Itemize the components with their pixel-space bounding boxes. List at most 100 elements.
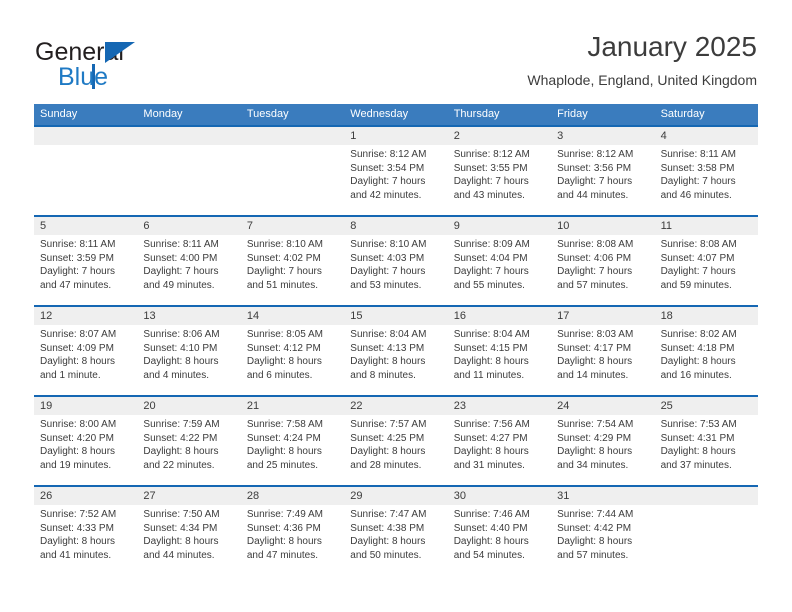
logo-triangle-icon — [105, 42, 135, 63]
sunrise-text: Sunrise: 7:49 AM — [246, 509, 323, 520]
sunrise-text: Sunrise: 8:11 AM — [143, 239, 219, 250]
calendar-page: General Blue January 2025 Whaplode, Engl… — [0, 0, 792, 612]
day-number: 2 — [447, 127, 552, 145]
sunset-text: Sunset: 4:31 PM — [660, 432, 735, 444]
daylight-text-line2: and 49 minutes. — [143, 279, 215, 291]
day-cell[interactable]: 8 Sunrise: 8:10 AM Sunset: 4:03 PM Daylight… — [344, 217, 448, 305]
day-sun-info: Sunrise: 8:04 AM Sunset: 4:13 PM Daylight:… — [344, 325, 447, 382]
calendar-weeks: 1 Sunrise: 8:12 AM Sunset: 3:54 PM Daylight… — [34, 125, 758, 575]
daylight-text-line2: and 47 minutes. — [246, 549, 319, 561]
sunrise-text: Sunrise: 8:11 AM — [660, 149, 736, 160]
day-cell[interactable]: 6 Sunrise: 8:11 AM Sunset: 4:00 PM Daylight… — [137, 217, 241, 305]
day-cell[interactable]: 4 Sunrise: 8:11 AM Sunset: 3:58 PM Daylight… — [654, 127, 758, 215]
daylight-text-line2: and 14 minutes. — [557, 369, 629, 381]
day-cell[interactable]: 24 Sunrise: 7:54 AM Sunset: 4:29 PM Dayligh… — [551, 397, 655, 485]
day-cell[interactable]: 22 Sunrise: 7:57 AM Sunset: 4:25 PM Dayligh… — [344, 397, 448, 485]
daylight-text-line1: Daylight: 7 hours — [660, 266, 736, 277]
daylight-text-line1: Daylight: 8 hours — [350, 356, 426, 367]
day-number: 10 — [551, 217, 655, 235]
day-cell[interactable]: 3 Sunrise: 8:12 AM Sunset: 3:56 PM Daylight… — [551, 127, 655, 215]
sunrise-text: Sunrise: 8:04 AM — [350, 329, 427, 340]
daylight-text-line1: Daylight: 8 hours — [143, 356, 219, 367]
day-cell[interactable]: 17 Sunrise: 8:03 AM Sunset: 4:17 PM Dayligh… — [551, 307, 655, 395]
day-sun-info: Sunrise: 8:00 AM Sunset: 4:20 PM Daylight:… — [34, 415, 137, 472]
sunset-text: Sunset: 4:12 PM — [246, 342, 321, 354]
day-sun-info: Sunrise: 7:46 AM Sunset: 4:40 PM Daylight:… — [448, 505, 551, 562]
sunset-text: Sunset: 3:58 PM — [660, 162, 735, 174]
day-cell[interactable]: 9 Sunrise: 8:09 AM Sunset: 4:04 PM Daylight… — [447, 217, 552, 305]
day-cell[interactable]: 10 Sunrise: 8:08 AM Sunset: 4:06 PM Dayligh… — [551, 217, 655, 305]
daylight-text-line1: Daylight: 8 hours — [246, 356, 322, 367]
sunset-text: Sunset: 4:04 PM — [453, 252, 528, 264]
sunset-text: Sunset: 4:09 PM — [40, 342, 114, 354]
day-cell[interactable]: 19 Sunrise: 8:00 AM Sunset: 4:20 PM Dayligh… — [34, 397, 138, 485]
day-cell[interactable]: 13 Sunrise: 8:06 AM Sunset: 4:10 PM Dayligh… — [137, 307, 241, 395]
day-cell[interactable]: 1 Sunrise: 8:12 AM Sunset: 3:54 PM Daylight… — [344, 127, 448, 215]
day-sun-info: Sunrise: 8:12 AM Sunset: 3:54 PM Daylight:… — [344, 145, 447, 202]
sunrise-text: Sunrise: 7:54 AM — [557, 419, 634, 430]
sunset-text: Sunset: 4:17 PM — [557, 342, 632, 354]
day-cell[interactable]: 28 Sunrise: 7:49 AM Sunset: 4:36 PM Dayligh… — [240, 487, 345, 575]
day-cell[interactable]: 26 Sunrise: 7:52 AM Sunset: 4:33 PM Dayligh… — [34, 487, 138, 575]
day-cell[interactable]: 31 Sunrise: 7:44 AM Sunset: 4:42 PM Dayligh… — [551, 487, 655, 575]
sunset-text: Sunset: 4:33 PM — [40, 522, 114, 534]
day-cell[interactable]: 29 Sunrise: 7:47 AM Sunset: 4:38 PM Dayligh… — [344, 487, 448, 575]
sunset-text: Sunset: 4:18 PM — [660, 342, 735, 354]
day-sun-info: Sunrise: 8:12 AM Sunset: 3:55 PM Daylight:… — [448, 145, 551, 202]
day-sun-info: Sunrise: 8:03 AM Sunset: 4:17 PM Daylight:… — [551, 325, 654, 382]
sunrise-text: Sunrise: 8:03 AM — [557, 329, 634, 340]
weekday-saturday: Saturday — [660, 108, 705, 120]
day-cell[interactable]: 27 Sunrise: 7:50 AM Sunset: 4:34 PM Dayligh… — [137, 487, 241, 575]
day-number: 24 — [551, 397, 655, 415]
daylight-text-line2: and 57 minutes. — [557, 279, 629, 291]
daylight-text-line2: and 54 minutes. — [453, 549, 525, 561]
daylight-text-line2: and 46 minutes. — [660, 189, 732, 201]
general-blue-logo[interactable]: General Blue — [35, 38, 235, 94]
day-sun-info: Sunrise: 7:50 AM Sunset: 4:34 PM Daylight:… — [137, 505, 240, 562]
weekday-thursday: Thursday — [453, 108, 500, 120]
day-cell[interactable]: 14 Sunrise: 8:05 AM Sunset: 4:12 PM Dayligh… — [240, 307, 345, 395]
day-cell[interactable]: 7 Sunrise: 8:10 AM Sunset: 4:02 PM Daylight… — [240, 217, 345, 305]
day-number: 29 — [344, 487, 448, 505]
sunrise-text: Sunrise: 7:47 AM — [350, 509, 427, 520]
day-sun-info: Sunrise: 7:49 AM Sunset: 4:36 PM Daylight:… — [241, 505, 344, 562]
day-number — [137, 127, 241, 145]
day-cell[interactable]: 20 Sunrise: 7:59 AM Sunset: 4:22 PM Dayligh… — [137, 397, 241, 485]
day-sun-info: Sunrise: 8:07 AM Sunset: 4:09 PM Daylight:… — [34, 325, 137, 382]
day-cell[interactable]: 23 Sunrise: 7:56 AM Sunset: 4:27 PM Dayligh… — [447, 397, 552, 485]
day-cell[interactable]: 25 Sunrise: 7:53 AM Sunset: 4:31 PM Dayligh… — [654, 397, 758, 485]
daylight-text-line2: and 31 minutes. — [453, 459, 525, 471]
day-cell[interactable]: 30 Sunrise: 7:46 AM Sunset: 4:40 PM Dayligh… — [447, 487, 552, 575]
sunrise-text: Sunrise: 8:05 AM — [246, 329, 323, 340]
sunset-text: Sunset: 4:13 PM — [350, 342, 425, 354]
day-number: 23 — [447, 397, 552, 415]
daylight-text-line2: and 22 minutes. — [143, 459, 215, 471]
daylight-text-line2: and 47 minutes. — [40, 279, 112, 291]
sunset-text: Sunset: 3:54 PM — [350, 162, 425, 174]
title-block: January 2025 Whaplode, England, United K… — [527, 30, 757, 89]
day-cell[interactable]: 16 Sunrise: 8:04 AM Sunset: 4:15 PM Dayligh… — [447, 307, 552, 395]
day-cell[interactable]: 15 Sunrise: 8:04 AM Sunset: 4:13 PM Dayligh… — [344, 307, 448, 395]
day-cell[interactable]: 11 Sunrise: 8:08 AM Sunset: 4:07 PM Dayligh… — [654, 217, 758, 305]
day-cell[interactable]: 21 Sunrise: 7:58 AM Sunset: 4:24 PM Dayligh… — [240, 397, 345, 485]
day-cell[interactable]: 18 Sunrise: 8:02 AM Sunset: 4:18 PM Dayligh… — [654, 307, 758, 395]
day-sun-info: Sunrise: 7:56 AM Sunset: 4:27 PM Daylight:… — [448, 415, 551, 472]
daylight-text-line1: Daylight: 8 hours — [453, 536, 529, 547]
sunrise-text: Sunrise: 8:00 AM — [40, 419, 117, 430]
day-cell-empty — [34, 127, 138, 215]
day-cell[interactable]: 12 Sunrise: 8:07 AM Sunset: 4:09 PM Dayligh… — [34, 307, 138, 395]
day-cell[interactable]: 2 Sunrise: 8:12 AM Sunset: 3:55 PM Daylight… — [447, 127, 552, 215]
daylight-text-line1: Daylight: 8 hours — [40, 356, 116, 367]
sunrise-text: Sunrise: 7:50 AM — [143, 509, 220, 520]
sunset-text: Sunset: 4:34 PM — [143, 522, 218, 534]
daylight-text-line2: and 42 minutes. — [350, 189, 422, 201]
day-cell[interactable]: 5 Sunrise: 8:11 AM Sunset: 3:59 PM Daylight… — [34, 217, 138, 305]
calendar-week-row: 12 Sunrise: 8:07 AM Sunset: 4:09 PM Dayligh… — [34, 305, 758, 395]
day-number: 7 — [240, 217, 345, 235]
sunset-text: Sunset: 4:42 PM — [557, 522, 632, 534]
day-sun-info: Sunrise: 8:11 AM Sunset: 4:00 PM Daylight:… — [137, 235, 240, 292]
sunset-text: Sunset: 4:27 PM — [453, 432, 528, 444]
page-title: January 2025 — [587, 31, 757, 62]
daylight-text-line2: and 6 minutes. — [246, 369, 313, 381]
sunrise-text: Sunrise: 7:44 AM — [557, 509, 634, 520]
